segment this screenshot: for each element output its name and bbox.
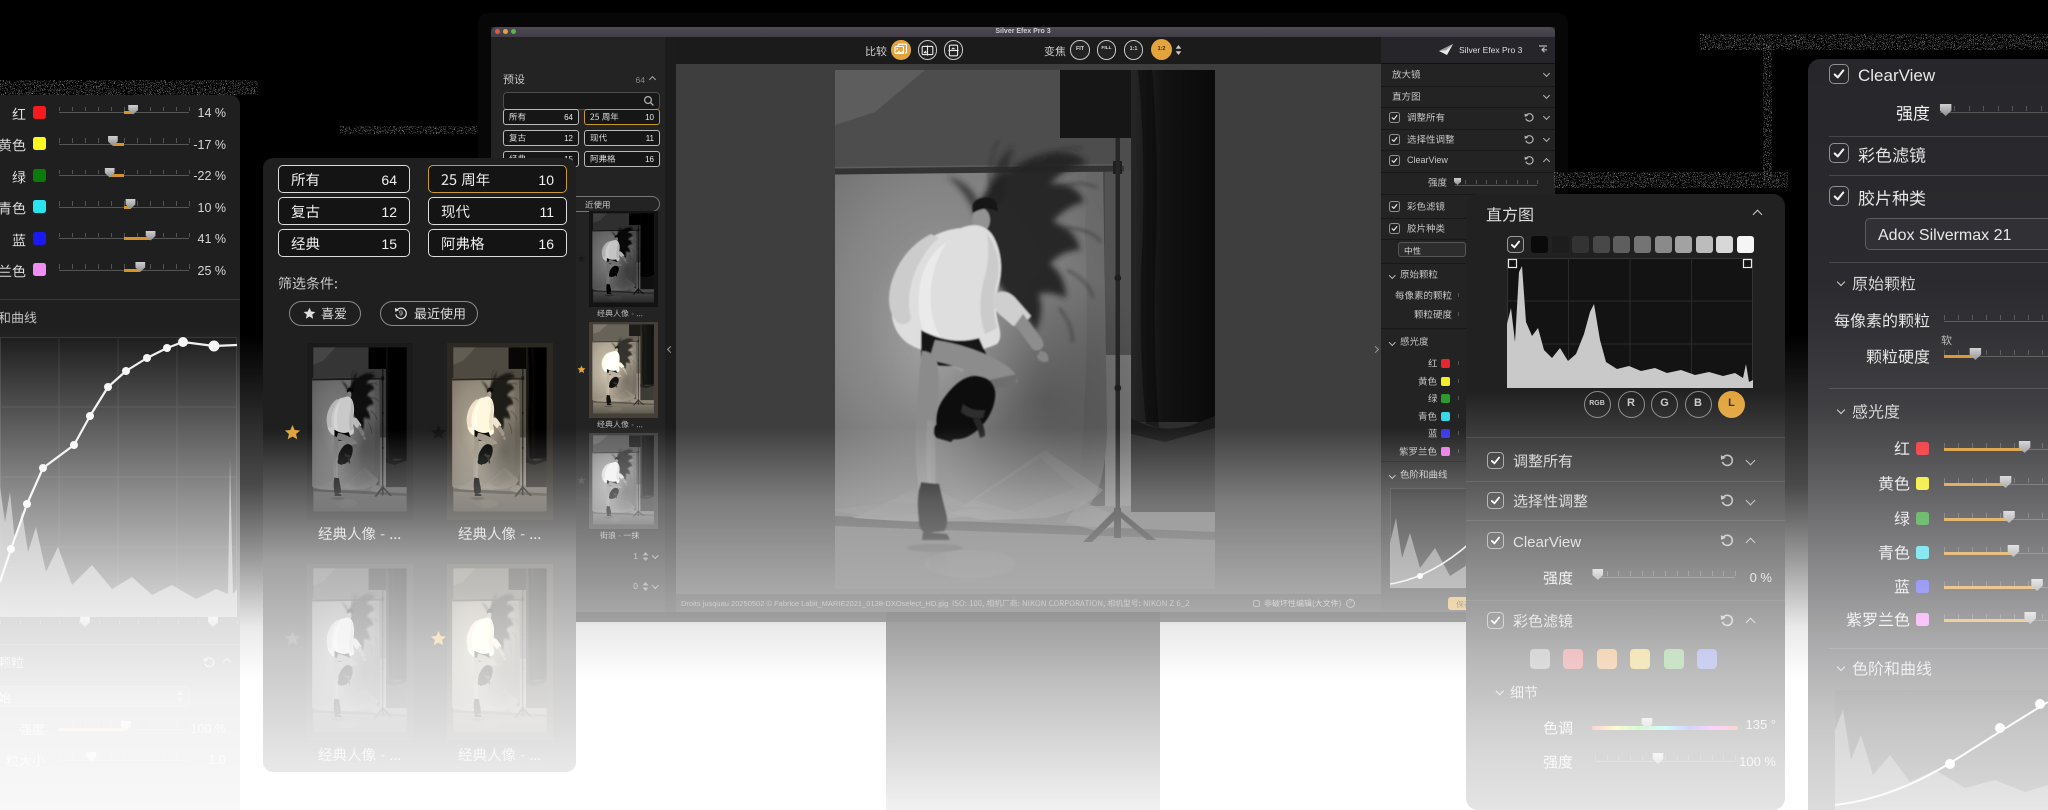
svg-text:9: 9 (399, 311, 403, 318)
